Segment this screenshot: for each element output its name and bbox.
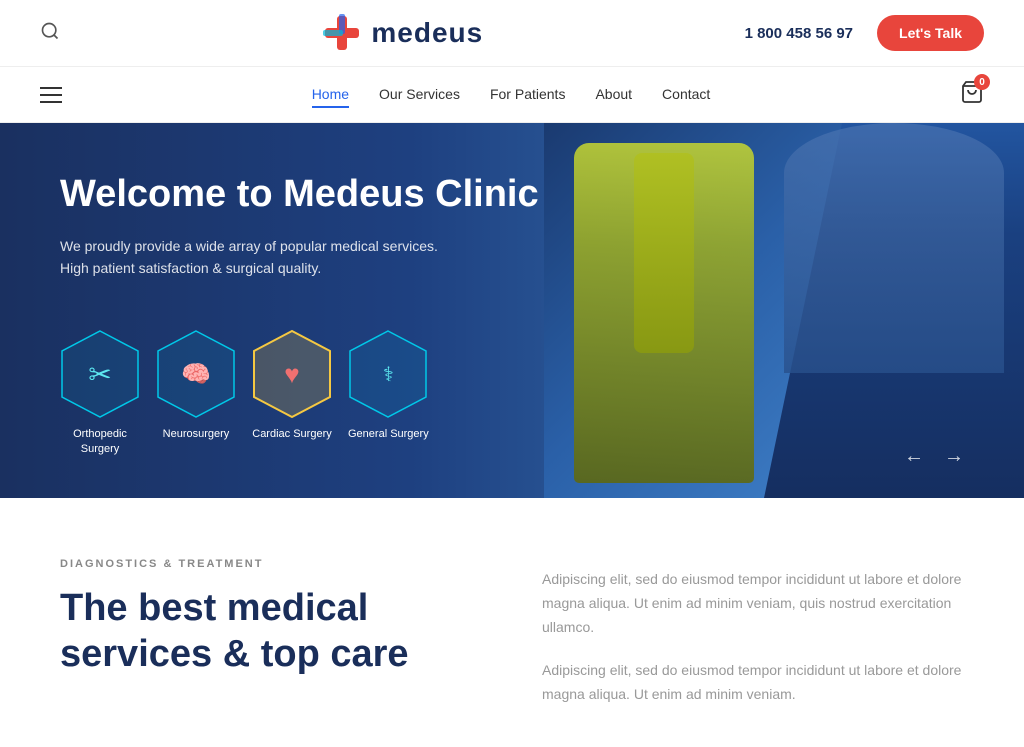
service-orthopedic[interactable]: ✂ OrthopedicSurgery: [60, 329, 140, 456]
hero-section: Welcome to Medeus Clinic We proudly prov…: [0, 123, 1024, 498]
services-section: DIAGNOSTICS & TREATMENT The best medical…: [0, 498, 1024, 747]
section-text-2: Adipiscing elit, sed do eiusmod tempor i…: [542, 659, 964, 707]
cart-button[interactable]: 0: [960, 80, 984, 109]
orthopedic-label: OrthopedicSurgery: [73, 427, 127, 456]
general-icon: ⚕: [383, 362, 394, 387]
neuro-icon: 🧠: [181, 360, 211, 389]
nav-link-patients[interactable]: For Patients: [490, 86, 565, 106]
nav-link-services[interactable]: Our Services: [379, 86, 460, 106]
nav-link-contact[interactable]: Contact: [662, 86, 710, 106]
hero-subtitle-line1: We proudly provide a wide array of popul…: [60, 238, 438, 254]
hero-arrows: ← →: [904, 445, 964, 468]
logo-text: medeus: [371, 17, 483, 49]
next-arrow[interactable]: →: [944, 445, 964, 468]
general-label: General Surgery: [348, 427, 429, 441]
top-bar-right: 1 800 458 56 97 Let's Talk: [745, 15, 984, 51]
nav-link-home[interactable]: Home: [312, 86, 349, 108]
prev-arrow[interactable]: ←: [904, 445, 924, 468]
cardiac-icon: ♥: [284, 359, 299, 390]
orthopedic-icon: ✂: [88, 358, 111, 391]
section-left: DIAGNOSTICS & TREATMENT The best medical…: [60, 558, 482, 707]
hero-title: Welcome to Medeus Clinic: [60, 173, 539, 217]
hero-services: ✂ OrthopedicSurgery 🧠 Neurosurgery: [60, 329, 539, 456]
nav-item-about[interactable]: About: [595, 86, 632, 104]
section-tag: DIAGNOSTICS & TREATMENT: [60, 558, 482, 570]
section-title: The best medical services & top care: [60, 586, 482, 677]
hamburger-menu[interactable]: [40, 87, 62, 103]
hero-content: Welcome to Medeus Clinic We proudly prov…: [60, 173, 539, 456]
lets-talk-button[interactable]: Let's Talk: [877, 15, 984, 51]
section-title-line2: services & top care: [60, 633, 409, 675]
nav-links: Home Our Services For Patients About Con…: [312, 86, 711, 104]
section-text-1: Adipiscing elit, sed do eiusmod tempor i…: [542, 568, 964, 639]
navigation: Home Our Services For Patients About Con…: [0, 67, 1024, 123]
logo-icon: [321, 12, 363, 54]
logo[interactable]: medeus: [321, 12, 483, 54]
hero-subtitle: We proudly provide a wide array of popul…: [60, 235, 539, 280]
service-cardiac[interactable]: ♥ Cardiac Surgery: [252, 329, 332, 456]
service-neurosurgery[interactable]: 🧠 Neurosurgery: [156, 329, 236, 456]
nav-item-contact[interactable]: Contact: [662, 86, 710, 104]
section-title-line1: The best medical: [60, 587, 368, 629]
service-general[interactable]: ⚕ General Surgery: [348, 329, 429, 456]
search-button[interactable]: [40, 21, 60, 46]
cardiac-label: Cardiac Surgery: [252, 427, 331, 441]
nav-link-about[interactable]: About: [595, 86, 632, 106]
nav-item-patients[interactable]: For Patients: [490, 86, 565, 104]
cart-badge: 0: [974, 74, 990, 90]
top-bar: medeus 1 800 458 56 97 Let's Talk: [0, 0, 1024, 67]
hero-subtitle-line2: High patient satisfaction & surgical qua…: [60, 260, 321, 276]
nav-item-home[interactable]: Home: [312, 86, 349, 104]
nav-item-services[interactable]: Our Services: [379, 86, 460, 104]
phone-number: 1 800 458 56 97: [745, 25, 853, 42]
neuro-label: Neurosurgery: [163, 427, 230, 441]
section-right: Adipiscing elit, sed do eiusmod tempor i…: [542, 558, 964, 707]
